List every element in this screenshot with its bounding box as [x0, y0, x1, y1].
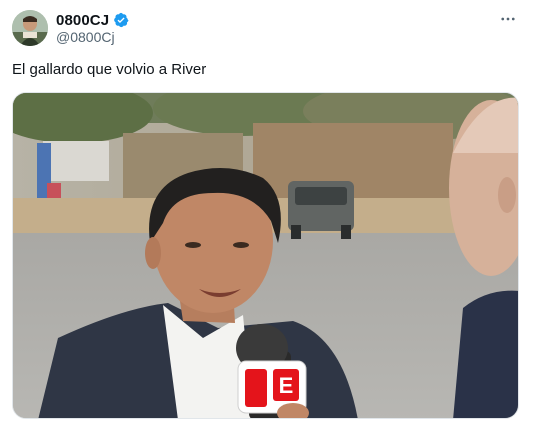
tweet-media-photo[interactable]: E [12, 92, 519, 419]
verified-badge-icon [113, 12, 129, 28]
display-name[interactable]: 0800CJ [56, 12, 109, 29]
tweet-card: 0800CJ @0800Cj El gallardo que volvio a … [0, 0, 535, 431]
avatar[interactable] [12, 10, 48, 46]
author-row: 0800CJ [56, 10, 129, 30]
user-handle[interactable]: @0800Cj [56, 29, 115, 45]
more-horizontal-icon[interactable] [497, 10, 519, 28]
microphone-logo-text: E [279, 373, 294, 398]
tweet-text: El gallardo que volvio a River [12, 61, 207, 78]
